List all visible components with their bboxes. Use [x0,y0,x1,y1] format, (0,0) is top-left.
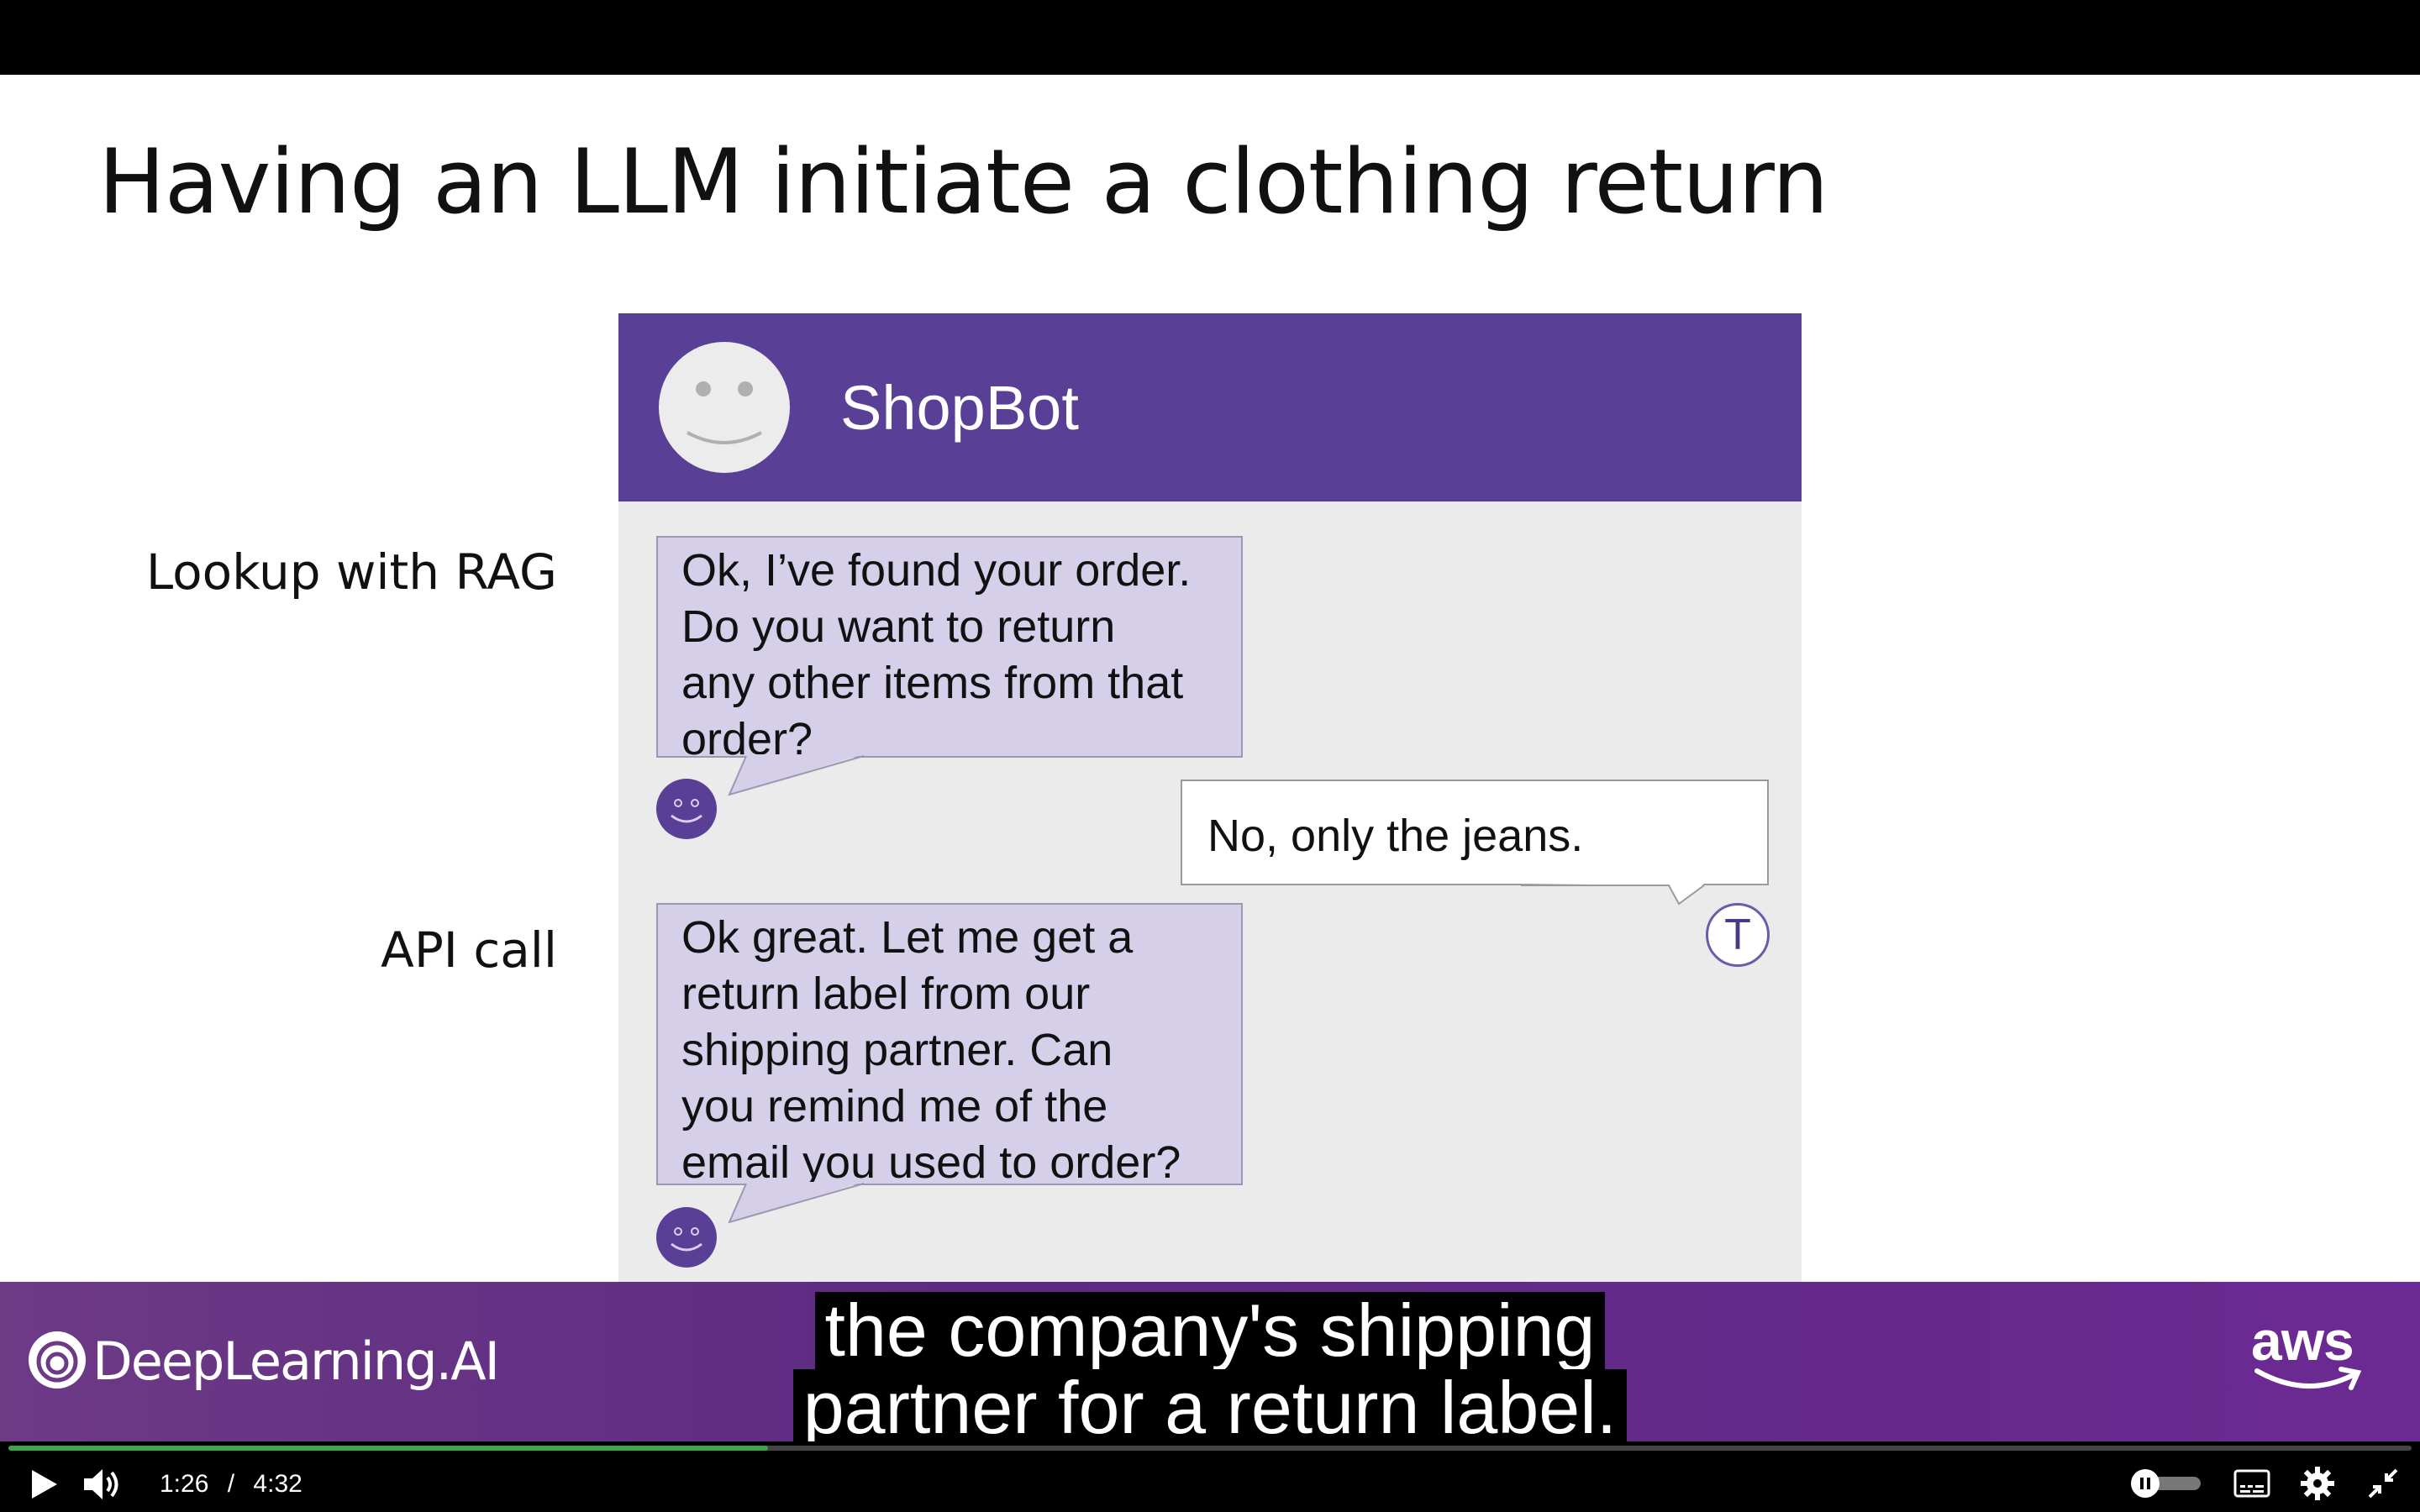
caption-line: the company's shipping [814,1292,1606,1369]
time-separator: / [227,1470,235,1498]
bubble-line: return label from our [681,969,1091,1019]
player-controls [0,1441,2420,1512]
user-avatar: T [1706,903,1770,967]
chat-header [618,313,1802,501]
bubble-tail [723,754,865,796]
captions-icon[interactable] [2233,1469,2270,1498]
play-icon[interactable] [27,1467,60,1501]
bot-message-2: Ok great. Let me get a return label from… [656,903,1243,1188]
bot-small-avatar-icon [656,779,717,839]
time-display: 1:26 / 4:32 [160,1470,302,1499]
gear-icon[interactable] [2299,1465,2336,1502]
toggle-pause-icon[interactable] [2128,1469,2204,1498]
slide-title: Having an LLM initiate a clothing return [98,130,1828,234]
user-message: No, only the jeans. [1181,780,1769,885]
volume-icon[interactable] [82,1466,121,1503]
letterbox-top [0,0,2420,75]
bubble-line: Do you want to return [681,601,1116,652]
progress-bar-fill [8,1446,768,1451]
user-bubble-tail [1521,884,1705,906]
bubble-tail [723,1182,865,1224]
bot-avatar-smiley-icon [659,342,790,473]
bubble-line: you remind me of the [681,1081,1108,1131]
subtitle-caption: the company's shipping partner for a ret… [0,1292,2420,1446]
caption-line: partner for a return label. [792,1369,1628,1446]
bubble-line: Ok, I’ve found your order. [681,545,1192,596]
bubble-line: any other items from that [681,658,1184,708]
bot-name: ShopBot [840,373,1079,443]
bot-message-1: Ok, I’ve found your order. Do you want t… [656,536,1243,764]
bot-small-avatar-icon [656,1207,717,1268]
label-api-call: API call [381,921,557,979]
exit-fullscreen-icon[interactable] [2366,1467,2400,1500]
bubble-line: Ok great. Let me get a [681,912,1134,963]
duration: 4:32 [253,1470,302,1498]
label-lookup-rag: Lookup with RAG [145,543,557,601]
bubble-line: shipping partner. Can [681,1025,1113,1075]
current-time: 1:26 [160,1470,209,1498]
